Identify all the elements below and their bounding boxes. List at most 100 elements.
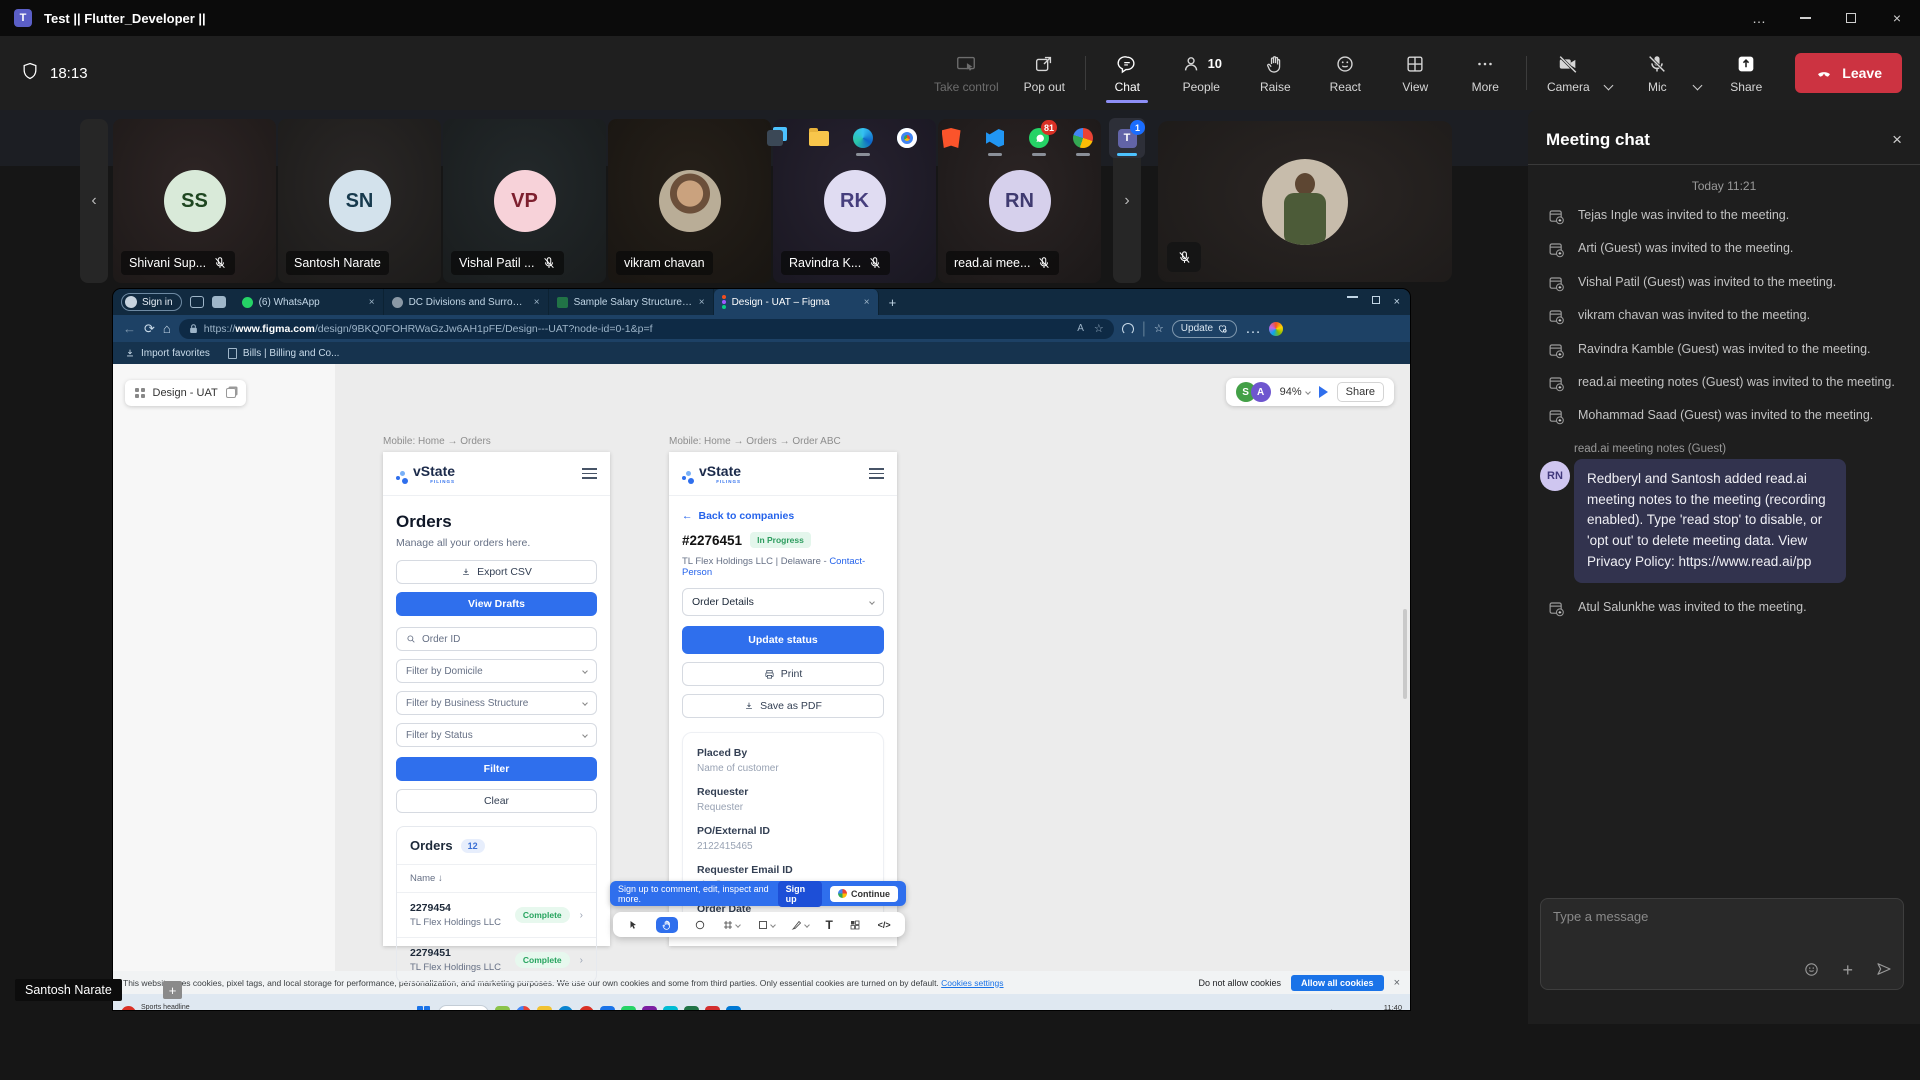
browser-tab-active[interactable]: Design - UAT – Figma× bbox=[714, 289, 879, 315]
view-drafts-button[interactable]: View Drafts bbox=[396, 592, 597, 616]
export-csv-button[interactable]: Export CSV bbox=[396, 560, 597, 584]
signup-button[interactable]: Sign up bbox=[778, 881, 822, 907]
window-minimize-button[interactable] bbox=[1782, 0, 1828, 36]
share-button[interactable]: Share bbox=[1711, 41, 1781, 105]
copilot-icon[interactable] bbox=[1269, 322, 1283, 336]
pop-out-button[interactable]: Pop out bbox=[1009, 41, 1079, 105]
hand-tool-icon[interactable] bbox=[656, 917, 678, 933]
tab-actions-icon[interactable] bbox=[212, 296, 226, 308]
browser-minimize-button[interactable] bbox=[1347, 296, 1358, 298]
order-id-search-input[interactable]: Order ID bbox=[396, 627, 597, 651]
people-button[interactable]: 10 People bbox=[1162, 41, 1240, 105]
more-button[interactable]: More bbox=[1450, 41, 1520, 105]
figma-share-button[interactable]: Share bbox=[1337, 382, 1384, 402]
browser-tab[interactable]: Sample Salary Structure with calc× bbox=[549, 289, 714, 315]
leave-button[interactable]: Leave bbox=[1795, 53, 1902, 93]
brave-icon[interactable] bbox=[933, 118, 969, 158]
canvas-scrollbar[interactable] bbox=[1403, 609, 1407, 699]
participant-tile[interactable]: SN Santosh Narate bbox=[278, 119, 441, 283]
order-row[interactable]: 2279454TL Flex Holdings LLC Complete › bbox=[397, 893, 596, 938]
filter-domicile-select[interactable]: Filter by Domicile bbox=[396, 659, 597, 683]
address-bar[interactable]: https://www.figma.com/design/9BKQ0FOHRWa… bbox=[179, 319, 1114, 339]
browser-close-button[interactable]: × bbox=[1394, 296, 1400, 308]
present-icon[interactable] bbox=[1319, 386, 1328, 398]
window-more-icon[interactable]: … bbox=[1736, 0, 1782, 36]
emoji-icon[interactable] bbox=[1803, 961, 1820, 981]
chrome-profile-icon[interactable] bbox=[1065, 118, 1101, 158]
raise-hand-button[interactable]: Raise bbox=[1240, 41, 1310, 105]
task-view-icon[interactable] bbox=[757, 118, 793, 158]
tab-close-icon[interactable]: × bbox=[864, 297, 870, 308]
tab-close-icon[interactable]: × bbox=[534, 297, 540, 308]
chevron-right-icon[interactable]: › bbox=[580, 955, 583, 966]
figma-frame-orders[interactable]: vStateFILINGS Orders Manage all your ord… bbox=[383, 452, 610, 946]
favorites-bar-icon[interactable]: ☆ bbox=[1154, 322, 1164, 335]
cookie-settings-link[interactable]: Cookies settings bbox=[941, 978, 1003, 988]
tab-close-icon[interactable]: × bbox=[699, 297, 705, 308]
workspaces-icon[interactable] bbox=[190, 296, 204, 308]
save-pdf-button[interactable]: Save as PDF bbox=[682, 694, 884, 718]
camera-options-chevron-icon[interactable] bbox=[1605, 76, 1612, 94]
frame-tool-icon[interactable] bbox=[722, 919, 740, 931]
teams-taskbar-icon[interactable]: T 1 bbox=[1109, 118, 1145, 158]
read-aloud-icon[interactable]: A bbox=[1077, 323, 1084, 334]
frame-label[interactable]: Mobile: Home → Orders bbox=[383, 436, 491, 447]
browser-tab[interactable]: DC Divisions and Surroundings× bbox=[384, 289, 549, 315]
filter-status-select[interactable]: Filter by Status bbox=[396, 723, 597, 747]
move-tool-icon[interactable] bbox=[627, 919, 639, 931]
favorite-item[interactable]: Bills | Billing and Co... bbox=[228, 348, 340, 359]
zoom-control[interactable]: 94% bbox=[1280, 386, 1310, 398]
update-status-button[interactable]: Update status bbox=[682, 626, 884, 654]
chat-button[interactable]: Chat bbox=[1092, 41, 1162, 105]
mic-options-chevron-icon[interactable] bbox=[1694, 76, 1701, 94]
mic-button[interactable]: Mic bbox=[1622, 41, 1692, 105]
figma-menu-icon[interactable] bbox=[135, 388, 145, 398]
back-icon[interactable]: ← bbox=[123, 321, 136, 336]
view-button[interactable]: View bbox=[1380, 41, 1450, 105]
pen-tool-icon[interactable] bbox=[791, 919, 809, 931]
ellipse-tool-icon[interactable] bbox=[694, 919, 706, 931]
participant-tile[interactable]: SS Shivani Sup... bbox=[113, 119, 276, 283]
resources-tool-icon[interactable] bbox=[849, 919, 861, 931]
attach-plus-icon[interactable]: + bbox=[1842, 960, 1853, 981]
dev-mode-icon[interactable]: </> bbox=[878, 920, 891, 930]
back-to-companies-link[interactable]: ←Back to companies bbox=[682, 510, 884, 522]
participant-tile[interactable]: vikram chavan bbox=[608, 119, 771, 283]
column-header[interactable]: Name ↓ bbox=[397, 865, 596, 893]
filter-button[interactable]: Filter bbox=[396, 757, 597, 781]
chrome-icon[interactable] bbox=[889, 118, 925, 158]
window-maximize-button[interactable] bbox=[1828, 0, 1874, 36]
window-close-button[interactable]: × bbox=[1874, 0, 1920, 36]
google-continue-button[interactable]: Continue bbox=[830, 886, 898, 902]
text-tool-icon[interactable]: T bbox=[826, 918, 833, 932]
print-button[interactable]: Print bbox=[682, 662, 884, 686]
home-icon[interactable]: ⌂ bbox=[163, 321, 171, 336]
participant-tile[interactable]: VP Vishal Patil ... bbox=[443, 119, 606, 283]
tab-close-icon[interactable]: × bbox=[369, 297, 375, 308]
edge-icon[interactable] bbox=[845, 118, 881, 158]
browser-menu-icon[interactable]: … bbox=[1245, 320, 1261, 338]
hamburger-menu-icon[interactable] bbox=[582, 468, 597, 479]
order-row[interactable]: 2279451TL Flex Holdings LLC Complete › bbox=[397, 938, 596, 982]
shape-tool-icon[interactable] bbox=[757, 919, 775, 931]
filter-structure-select[interactable]: Filter by Business Structure bbox=[396, 691, 597, 715]
duplicate-icon[interactable] bbox=[226, 388, 236, 398]
file-explorer-icon[interactable] bbox=[801, 118, 837, 158]
send-icon[interactable] bbox=[1875, 960, 1893, 981]
cookie-close-icon[interactable]: × bbox=[1394, 977, 1400, 989]
browser-signin-button[interactable]: Sign in bbox=[121, 293, 182, 311]
allow-cookies-button[interactable]: Allow all cookies bbox=[1291, 975, 1384, 991]
import-favorites-button[interactable]: Import favorites bbox=[125, 348, 210, 359]
chat-close-icon[interactable]: × bbox=[1892, 130, 1902, 150]
browser-tab[interactable]: (6) WhatsApp× bbox=[234, 289, 384, 315]
chevron-right-icon[interactable]: › bbox=[580, 910, 583, 921]
vscode-icon[interactable] bbox=[977, 118, 1013, 158]
chat-message-input[interactable]: Type a message + bbox=[1540, 898, 1904, 990]
react-button[interactable]: React bbox=[1310, 41, 1380, 105]
chat-message-bubble[interactable]: Redberyl and Santosh added read.ai meeti… bbox=[1574, 459, 1846, 584]
whatsapp-icon[interactable]: 81 bbox=[1021, 118, 1057, 158]
camera-button[interactable]: Camera bbox=[1533, 41, 1603, 105]
favorite-star-icon[interactable]: ☆ bbox=[1094, 322, 1104, 335]
hamburger-menu-icon[interactable] bbox=[869, 468, 884, 479]
reload-icon[interactable]: ⟳ bbox=[144, 321, 155, 337]
